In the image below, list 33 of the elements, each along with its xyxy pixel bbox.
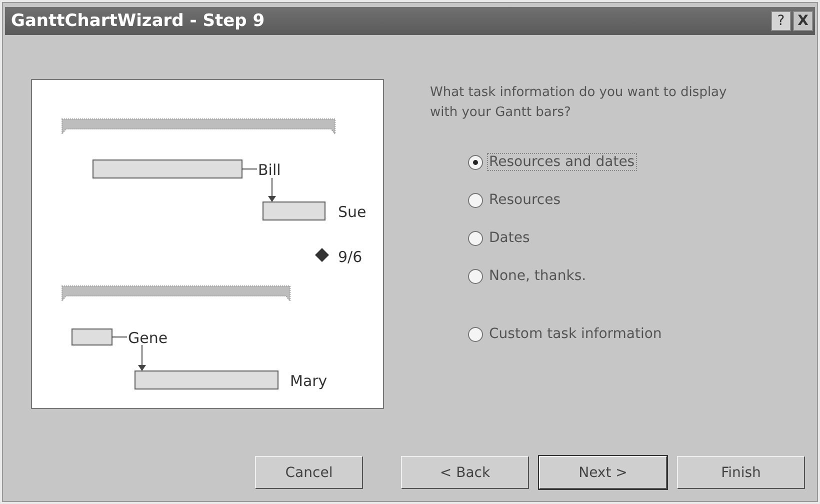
- radio-button[interactable]: [468, 154, 483, 170]
- radio-button[interactable]: [468, 326, 483, 342]
- option-label: Resources and dates: [487, 153, 637, 171]
- radio-option[interactable]: Dates: [468, 229, 750, 247]
- option-label: Dates: [488, 229, 531, 247]
- help-button[interactable]: ?: [771, 11, 791, 31]
- window-title: GanttChartWizard - Step 9: [11, 11, 265, 31]
- question-text: What task information do you want to display with your Gantt bars?: [430, 84, 728, 122]
- wizard-button[interactable]: < Back: [401, 456, 529, 489]
- radio-option[interactable]: Resources and dates: [468, 153, 750, 171]
- milestone-icon: [315, 248, 329, 262]
- close-button[interactable]: X: [793, 11, 813, 31]
- wizard-button[interactable]: Cancel: [255, 456, 363, 489]
- milestone-label: 9/6: [338, 248, 362, 266]
- radio-button[interactable]: [468, 268, 483, 284]
- radio-option[interactable]: Resources: [468, 191, 750, 209]
- task-label: Gene: [128, 329, 168, 347]
- option-label: Resources: [488, 191, 562, 209]
- radio-option[interactable]: Custom task information: [468, 325, 750, 343]
- task-bar: [72, 328, 112, 346]
- dependency-arrow: [138, 344, 146, 371]
- task-bar: [262, 202, 326, 220]
- task-label: Sue: [338, 203, 366, 221]
- option-label: None, thanks.: [488, 267, 588, 285]
- radio-button[interactable]: [468, 230, 483, 246]
- dependency-arrow: [268, 178, 276, 202]
- wizard-button[interactable]: Next >: [539, 456, 667, 489]
- task-label: Mary: [290, 372, 328, 390]
- radio-option[interactable]: None, thanks.: [468, 267, 750, 285]
- radio-button[interactable]: [468, 192, 483, 208]
- wizard-button[interactable]: Finish: [677, 456, 805, 489]
- task-label: Bill: [258, 161, 281, 179]
- option-label: Custom task information: [488, 325, 663, 343]
